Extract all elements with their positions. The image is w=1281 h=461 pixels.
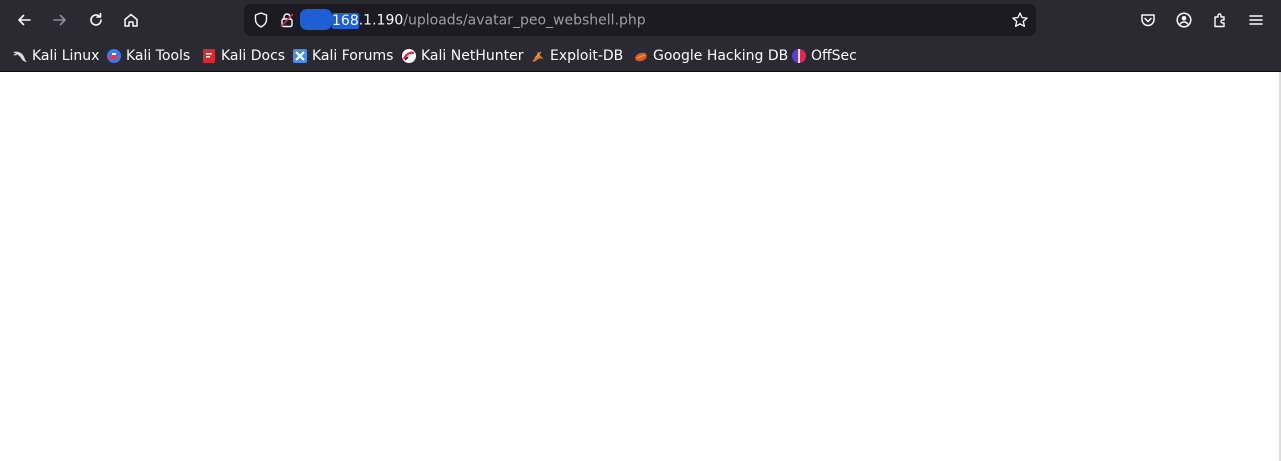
url-host: .1.190 [358,12,404,29]
forward-icon [53,14,66,26]
kali-dragon-icon [12,48,28,64]
bookmark-label: Kali Forums [312,48,394,64]
bookmark-label: Exploit-DB [550,48,624,64]
url-path: /uploads/avatar_peo_webshell.php [403,12,646,29]
bookmark-label: OffSec [811,48,857,64]
back-icon [18,14,31,26]
bookmark-kali-tools[interactable]: Kali Tools [106,44,190,68]
nethunter-icon [401,48,417,64]
bookmark-kali-docs[interactable]: Kali Docs [201,44,285,68]
forward-button[interactable] [45,5,75,35]
tracking-protection-shield-icon[interactable] [252,11,270,29]
bookmark-kali-nethunter[interactable]: Kali NetHunter [401,44,523,68]
bookmarks-toolbar: Kali Linux Kali Tools Kali Docs Kali For… [0,40,1281,71]
navigation-toolbar: 168.1.190/uploads/avatar_peo_webshell.ph… [0,0,1281,40]
kali-docs-icon [201,48,217,64]
url-bar[interactable]: 168.1.190/uploads/avatar_peo_webshell.ph… [244,4,1036,36]
bookmark-exploit-db[interactable]: Exploit-DB [530,44,623,68]
url-text[interactable]: 168.1.190/uploads/avatar_peo_webshell.ph… [300,9,646,30]
app-menu-button[interactable] [1241,5,1271,35]
home-icon [124,13,138,27]
reload-button[interactable] [81,5,111,35]
bookmark-label: Google Hacking DB [653,48,789,64]
url-host-highlighted: 168 [332,12,359,29]
account-icon [1176,12,1192,28]
bookmark-kali-linux[interactable]: Kali Linux [12,44,99,68]
page-content-blank [0,72,1281,461]
bookmark-label: Kali NetHunter [421,48,524,64]
browser-chrome: 168.1.190/uploads/avatar_peo_webshell.ph… [0,0,1281,72]
bookmark-star-button[interactable] [1010,10,1030,30]
star-icon [1012,12,1028,27]
bookmark-label: Kali Tools [126,48,191,64]
home-button[interactable] [116,5,146,35]
extensions-icon [1214,13,1225,28]
exploit-db-icon [530,48,546,64]
bookmark-label: Kali Docs [221,48,286,64]
back-button[interactable] [9,5,39,35]
kali-tools-icon [106,48,122,64]
pocket-button[interactable] [1133,5,1163,35]
kali-forums-icon [292,48,308,64]
extensions-button[interactable] [1205,5,1235,35]
menu-icon [1249,15,1263,25]
bookmark-kali-forums[interactable]: Kali Forums [292,44,393,68]
offsec-icon [791,48,807,64]
pocket-icon [1141,14,1155,27]
bookmark-offsec[interactable]: OffSec [791,44,857,68]
account-button[interactable] [1169,5,1199,35]
ghdb-icon [633,48,649,64]
reload-icon [90,12,102,26]
redacted-host-block [300,9,332,30]
insecure-lock-icon[interactable] [278,11,296,29]
bookmark-label: Kali Linux [32,48,100,64]
bookmark-google-hacking-db[interactable]: Google Hacking DB [633,44,788,68]
